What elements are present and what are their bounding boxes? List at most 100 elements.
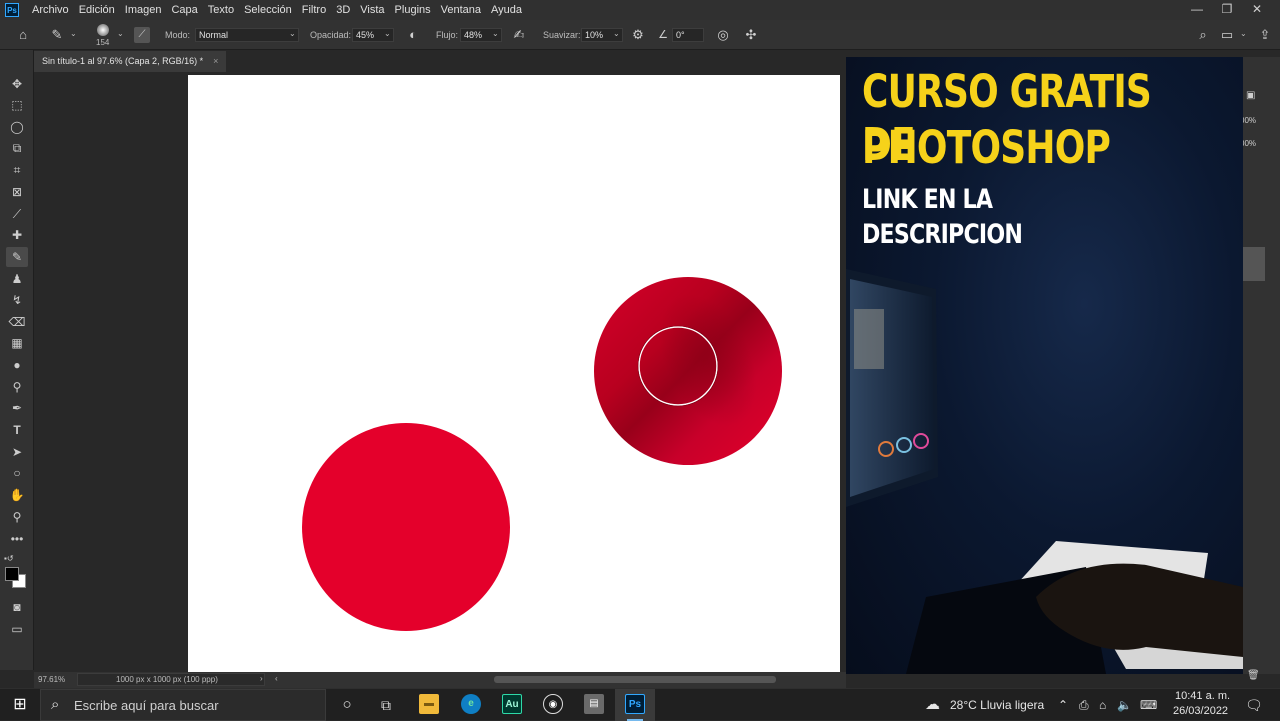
pen-tool-icon[interactable]: ✒ xyxy=(6,398,28,418)
hand-tool-icon[interactable]: ✋ xyxy=(6,485,28,505)
brush-settings-icon[interactable]: ⟋ xyxy=(134,27,150,43)
stack-app[interactable]: ▤ xyxy=(574,689,614,721)
angle-field[interactable]: 0° xyxy=(672,28,704,42)
weather-cloud-icon[interactable]: ☁ xyxy=(925,689,940,721)
foreground-color-swatch[interactable] xyxy=(5,567,19,581)
stamp-tool-icon[interactable]: ♟ xyxy=(6,269,28,289)
minimize-icon[interactable]: — xyxy=(1185,0,1209,20)
panel-scrollbar[interactable] xyxy=(1243,247,1265,281)
symmetry-icon[interactable]: ✣ xyxy=(742,26,760,44)
audition-app[interactable]: Au xyxy=(492,689,532,721)
airbrush-icon[interactable]: ✍ xyxy=(510,26,528,44)
notifications-icon[interactable]: 🗨 xyxy=(1245,689,1263,721)
windows-start-icon[interactable]: ⊞ xyxy=(6,693,34,717)
chevron-down-icon[interactable]: ⌄ xyxy=(1240,29,1247,38)
eyedropper-tool-icon[interactable]: ⟋ xyxy=(6,204,28,224)
meet-now-icon[interactable]: ⎙ xyxy=(1079,689,1089,721)
move-tool-icon[interactable]: ✥ xyxy=(6,74,28,94)
maximize-icon[interactable]: ❐ xyxy=(1215,0,1239,20)
mode-label: Modo: xyxy=(165,30,191,40)
chevron-down-icon[interactable]: ⌄ xyxy=(117,29,124,38)
trash-icon[interactable]: 🗑 xyxy=(1247,670,1260,681)
search-icon[interactable]: ⌕ xyxy=(1194,26,1212,44)
promo-subtitle-line-2: DESCRIPCION xyxy=(862,219,1023,250)
volume-icon[interactable]: 🔈 xyxy=(1117,689,1132,721)
chevron-down-icon[interactable]: ⌄ xyxy=(613,29,620,38)
document-canvas[interactable] xyxy=(188,75,840,672)
gear-icon[interactable]: ⚙ xyxy=(629,26,647,44)
brush-tool-icon[interactable]: ✎ xyxy=(6,247,28,267)
chevron-right-icon[interactable]: › xyxy=(260,674,263,683)
close-tab-icon[interactable]: × xyxy=(213,51,218,72)
edge-app[interactable]: e xyxy=(451,689,491,721)
menu-seleccion[interactable]: Selección xyxy=(239,4,297,16)
menu-3d[interactable]: 3D xyxy=(331,4,355,16)
obs-app[interactable]: ◉ xyxy=(533,689,573,721)
quick-mask-icon[interactable]: ◙ xyxy=(6,597,28,617)
brush-tip-icon[interactable] xyxy=(97,24,109,36)
crop-tool-icon[interactable]: ⌗ xyxy=(6,160,28,180)
marquee-tool-icon[interactable]: ⬚ xyxy=(6,95,28,115)
ellipse-tool-icon[interactable]: ○ xyxy=(6,463,28,483)
default-colors-icon[interactable]: ▪↺ xyxy=(4,554,14,563)
task-view-icon[interactable]: ⧉ xyxy=(372,693,400,717)
menu-plugins[interactable]: Plugins xyxy=(390,4,436,16)
more-tools-icon[interactable]: ••• xyxy=(6,529,28,549)
type-tool-icon[interactable]: T xyxy=(6,420,28,440)
menu-filtro[interactable]: Filtro xyxy=(297,4,331,16)
zoom-level[interactable]: 97.61% xyxy=(38,675,65,684)
network-icon[interactable]: ⌂ xyxy=(1099,689,1106,721)
brush-preset-icon[interactable]: ✎ xyxy=(48,26,66,44)
tools-panel: ✥ ⬚ ◯ ⧉ ⌗ ⊠ ⟋ ✚ ✎ ♟ ↯ ⌫ ▦ ● ⚲ ✒ T ➤ ○ ✋ … xyxy=(0,50,34,670)
object-select-tool-icon[interactable]: ⧉ xyxy=(6,138,28,158)
eraser-tool-icon[interactable]: ⌫ xyxy=(6,312,28,332)
brush-size-label: 154 xyxy=(96,38,110,47)
scroll-left-icon[interactable]: ‹ xyxy=(275,674,278,683)
workspace-icon[interactable]: ▭ xyxy=(1218,26,1236,44)
menu-edicion[interactable]: Edición xyxy=(74,4,120,16)
frame-tool-icon[interactable]: ⊠ xyxy=(6,182,28,202)
menu-ventana[interactable]: Ventana xyxy=(436,4,486,16)
screen-mode-icon[interactable]: ▭ xyxy=(6,619,28,639)
menu-texto[interactable]: Texto xyxy=(203,4,239,16)
canvas-artwork xyxy=(302,277,782,631)
history-brush-tool-icon[interactable]: ↯ xyxy=(6,290,28,310)
status-bar: 97.61% 1000 px x 1000 px (100 ppp) › ‹ xyxy=(34,672,846,688)
menu-archivo[interactable]: Archivo xyxy=(27,4,74,16)
menu-capa[interactable]: Capa xyxy=(166,4,202,16)
menu-bar: Ps Archivo Edición Imagen Capa Texto Sel… xyxy=(0,0,1280,20)
chevron-down-icon[interactable]: ⌄ xyxy=(384,29,391,38)
chevron-down-icon[interactable]: ⌄ xyxy=(70,29,77,38)
cortana-icon[interactable]: ○ xyxy=(333,693,361,717)
close-window-icon[interactable]: ✕ xyxy=(1245,0,1269,20)
chevron-down-icon[interactable]: ⌄ xyxy=(492,29,499,38)
menu-vista[interactable]: Vista xyxy=(355,4,389,16)
gradient-tool-icon[interactable]: ▦ xyxy=(6,333,28,353)
photoshop-logo-icon: Ps xyxy=(5,3,19,17)
pressure-opacity-icon[interactable]: ◐ xyxy=(404,26,422,44)
menu-ayuda[interactable]: Ayuda xyxy=(486,4,527,16)
zoom-tool-icon[interactable]: ⚲ xyxy=(6,507,28,527)
photoshop-app[interactable]: Ps xyxy=(615,689,655,721)
mode-select[interactable]: Normal xyxy=(195,28,299,42)
pressure-size-icon[interactable]: ◎ xyxy=(714,26,732,44)
lasso-tool-icon[interactable]: ◯ xyxy=(6,117,28,137)
stack-icon: ▤ xyxy=(584,694,604,714)
file-explorer-app[interactable]: ▬ xyxy=(409,689,449,721)
home-icon[interactable]: ⌂ xyxy=(14,26,32,44)
share-icon[interactable]: ⇪ xyxy=(1256,26,1274,44)
weather-text[interactable]: 28°C Lluvia ligera xyxy=(950,689,1044,721)
lock-icon[interactable]: ▣ xyxy=(1246,90,1255,101)
path-select-tool-icon[interactable]: ➤ xyxy=(6,442,28,462)
keyboard-layout-icon[interactable]: ⌨ xyxy=(1140,689,1157,721)
healing-brush-tool-icon[interactable]: ✚ xyxy=(6,225,28,245)
blur-tool-icon[interactable]: ● xyxy=(6,355,28,375)
document-tab[interactable]: Sin título-1 al 97.6% (Capa 2, RGB/16) *… xyxy=(34,51,227,72)
clock-date[interactable]: 26/03/2022 xyxy=(1173,705,1228,717)
chevron-up-icon[interactable]: ⌃ xyxy=(1058,689,1068,721)
clock-time[interactable]: 10:41 a. m. xyxy=(1175,690,1230,702)
menu-imagen[interactable]: Imagen xyxy=(120,4,167,16)
dodge-tool-icon[interactable]: ⚲ xyxy=(6,377,28,397)
taskbar-search-box[interactable]: ⌕ Escribe aquí para buscar xyxy=(40,689,326,721)
horizontal-scrollbar[interactable] xyxy=(494,676,776,683)
